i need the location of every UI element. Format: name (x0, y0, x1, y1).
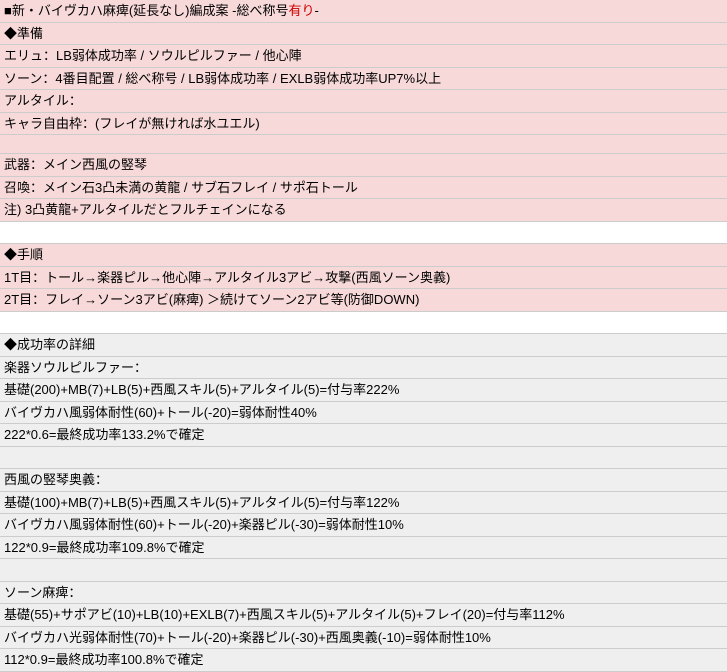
title-highlight: 有り (288, 3, 314, 18)
prep-row: エリュ：LB弱体成功率 / ソウルピルファー / 他心陣 (0, 45, 727, 68)
title-prefix: ■新・バイヴカハ麻痺(延長なし)編成案 -総べ称号 (4, 3, 288, 18)
section-title: 西風の竪琴奥義： (0, 469, 727, 492)
prep-row: キャラ自由枠：(フレイが無ければ水ユエル) (0, 113, 727, 136)
details-header: ◆成功率の詳細 (0, 334, 727, 357)
spacer-row (0, 222, 727, 245)
prep-row: ソーン：4番目配置 / 総べ称号 / LB弱体成功率 / EXLB弱体成功率UP… (0, 68, 727, 91)
prep-row: アルタイル： (0, 90, 727, 113)
detail-line: バイヴカハ光弱体耐性(70)+トール(-20)+楽器ピル(-30)+西風奥義(-… (0, 627, 727, 650)
section-title: ソーン麻痺： (0, 582, 727, 605)
step-row: 2T目：フレイ→ソーン3アビ(麻痺) ＞続けてソーン2アビ等(防御DOWN) (0, 289, 727, 312)
detail-line: 222*0.6=最終成功率133.2%で確定 (0, 424, 727, 447)
detail-line: 122*0.9=最終成功率109.8%で確定 (0, 537, 727, 560)
detail-line: 基礎(100)+MB(7)+LB(5)+西風スキル(5)+アルタイル(5)=付与… (0, 492, 727, 515)
spacer-row (0, 447, 727, 470)
step-row: 1T目：トール→楽器ピル→他心陣→アルタイル3アビ→攻撃(西風ソーン奥義) (0, 267, 727, 290)
title-row: ■新・バイヴカハ麻痺(延長なし)編成案 -総べ称号有り- (0, 0, 727, 23)
spacer-row (0, 312, 727, 335)
prep-row: 注) 3凸黄龍+アルタイルだとフルチェインになる (0, 199, 727, 222)
detail-line: バイヴカハ風弱体耐性(60)+トール(-20)=弱体耐性40% (0, 402, 727, 425)
detail-line: バイヴカハ風弱体耐性(60)+トール(-20)+楽器ピル(-30)=弱体耐性10… (0, 514, 727, 537)
section-title: 楽器ソウルピルファー： (0, 357, 727, 380)
detail-line: 112*0.9=最終成功率100.8%で確定 (0, 649, 727, 672)
prep-row: 武器：メイン西風の竪琴 (0, 154, 727, 177)
prep-header: ◆準備 (0, 23, 727, 46)
title-suffix: - (314, 3, 318, 18)
detail-line: 基礎(200)+MB(7)+LB(5)+西風スキル(5)+アルタイル(5)=付与… (0, 379, 727, 402)
spacer-row (0, 559, 727, 582)
detail-line: 基礎(55)+サポアビ(10)+LB(10)+EXLB(7)+西風スキル(5)+… (0, 604, 727, 627)
prep-row-empty (0, 135, 727, 154)
prep-row: 召喚：メイン石3凸未満の黄龍 / サブ石フレイ / サポ石トール (0, 177, 727, 200)
steps-header: ◆手順 (0, 244, 727, 267)
